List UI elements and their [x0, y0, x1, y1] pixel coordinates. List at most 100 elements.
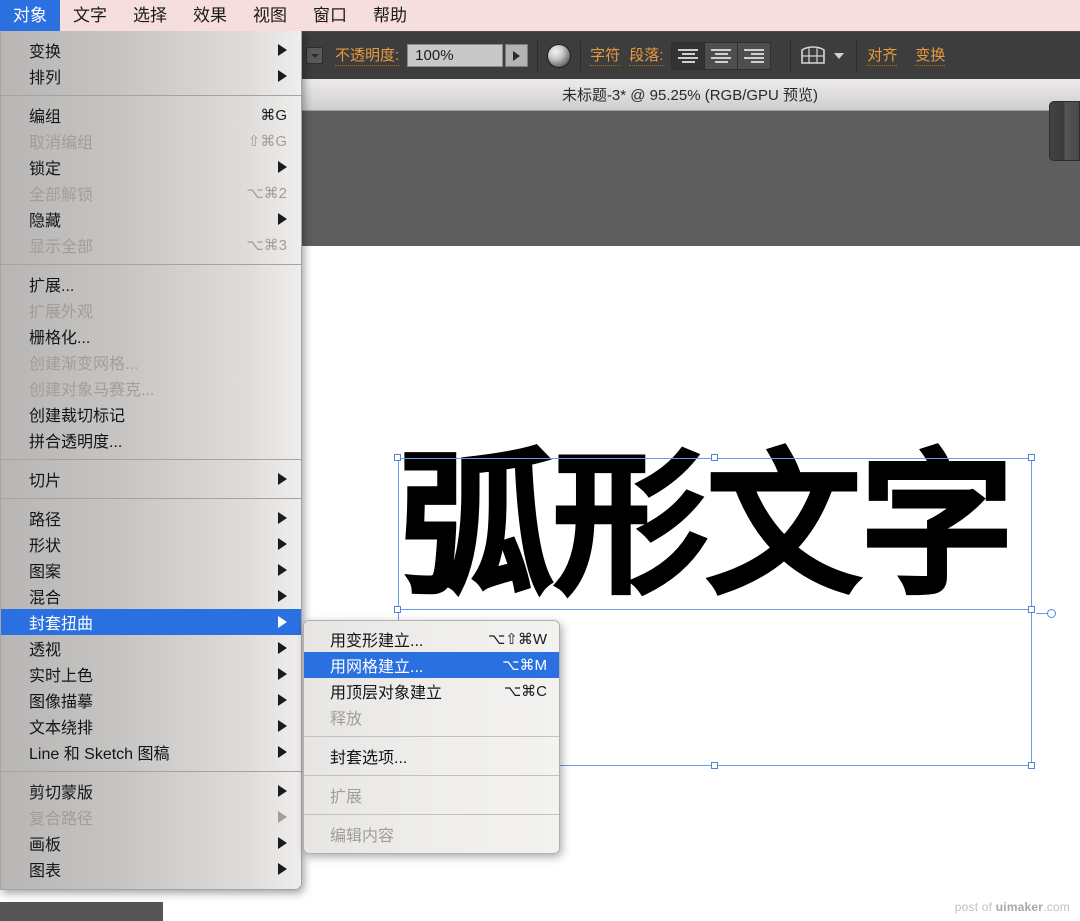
object-menu-item[interactable]: 混合 [1, 583, 301, 609]
opacity-label: 不透明度: [335, 46, 399, 66]
envelope-submenu-item[interactable]: 封套选项... [304, 743, 559, 769]
object-menu-item[interactable]: 图像描摹 [1, 687, 301, 713]
submenu-arrow-icon [278, 473, 287, 485]
menubar-item-4[interactable]: 视图 [240, 0, 300, 31]
object-menu-item[interactable]: 变换 [1, 37, 301, 63]
envelope-submenu-item[interactable]: 用网格建立...⌥⌘M [304, 652, 559, 678]
submenu-arrow-icon [278, 590, 287, 602]
rotate-handle[interactable] [1047, 609, 1056, 618]
object-menu-item-label: 扩展... [29, 272, 287, 296]
object-menu-item-label: 复合路径 [29, 805, 264, 829]
selection-handle-tc[interactable] [711, 454, 718, 461]
envelope-submenu-item: 编辑内容 [304, 821, 559, 847]
object-menu-item[interactable]: Line 和 Sketch 图稿 [1, 739, 301, 765]
submenu-arrow-icon [278, 668, 287, 680]
envelope-submenu-item: 扩展 [304, 782, 559, 808]
object-menu-item[interactable]: 图表 [1, 856, 301, 882]
object-menu-item[interactable]: 路径 [1, 505, 301, 531]
object-menu-item[interactable]: 画板 [1, 830, 301, 856]
object-menu-item[interactable]: 拼合透明度... [1, 427, 301, 453]
menubar-item-1[interactable]: 文字 [60, 0, 120, 31]
submenu-arrow-icon [278, 785, 287, 797]
envelope-submenu-item-label: 用顶层对象建立 [330, 679, 482, 703]
object-menu-item: 全部解锁⌥⌘2 [1, 180, 301, 206]
envelope-submenu-divider [304, 814, 559, 815]
selection-handle-br[interactable] [1028, 762, 1035, 769]
submenu-arrow-icon [278, 44, 287, 56]
align-left-icon[interactable] [671, 42, 705, 70]
transform-panel-label[interactable]: 变换 [915, 46, 945, 66]
collapsed-panel-tab[interactable] [1049, 101, 1080, 161]
object-menu-item[interactable]: 栅格化... [1, 323, 301, 349]
envelope-warp-icon[interactable] [799, 45, 827, 67]
envelope-submenu-item[interactable]: 用变形建立...⌥⇧⌘W [304, 626, 559, 652]
object-menu-item-label: 取消编组 [29, 129, 226, 153]
object-menu-item-label: 混合 [29, 584, 264, 608]
object-menu-item[interactable]: 编组⌘G [1, 102, 301, 128]
object-menu-item-shortcut: ⌥⌘2 [246, 184, 287, 202]
canvas-background [300, 111, 1080, 246]
menubar-item-0[interactable]: 对象 [0, 0, 60, 31]
object-menu-item[interactable]: 文本绕排 [1, 713, 301, 739]
selection-handle-tr[interactable] [1028, 454, 1035, 461]
submenu-arrow-icon [278, 837, 287, 849]
envelope-submenu-item-label: 扩展 [330, 783, 547, 807]
document-tab-title: 未标题-3* @ 95.25% (RGB/GPU 预览) [562, 84, 818, 105]
object-menu-item[interactable]: 图案 [1, 557, 301, 583]
object-menu-item[interactable]: 实时上色 [1, 661, 301, 687]
object-menu-divider [1, 771, 301, 772]
watermark: post of uimaker.com [955, 900, 1070, 914]
submenu-arrow-icon [278, 694, 287, 706]
object-menu-item-label: 图表 [29, 857, 264, 881]
envelope-submenu-item[interactable]: 用顶层对象建立⌥⌘C [304, 678, 559, 704]
object-menu-item-label: 形状 [29, 532, 264, 556]
object-menu-item[interactable]: 形状 [1, 531, 301, 557]
stroke-dropdown-chevron-icon[interactable] [306, 47, 323, 64]
paragraph-label[interactable]: 段落: [629, 46, 663, 66]
selection-handle-ml[interactable] [394, 606, 401, 613]
menubar-item-6[interactable]: 帮助 [360, 0, 420, 31]
selection-handle-mr[interactable] [1028, 606, 1035, 613]
object-menu-item[interactable]: 创建裁切标记 [1, 401, 301, 427]
graphic-style-sphere-icon[interactable] [547, 44, 571, 68]
align-right-icon[interactable] [737, 42, 771, 70]
object-menu-item[interactable]: 剪切蒙版 [1, 778, 301, 804]
object-menu-item[interactable]: 透视 [1, 635, 301, 661]
document-tab-bar[interactable]: 未标题-3* @ 95.25% (RGB/GPU 预览) [300, 79, 1080, 111]
object-menu-item-label: 透视 [29, 636, 264, 660]
object-menu-item-label: 显示全部 [29, 233, 224, 257]
object-menu-item[interactable]: 扩展... [1, 271, 301, 297]
menubar-item-2[interactable]: 选择 [120, 0, 180, 31]
object-menu-item-label: 剪切蒙版 [29, 779, 264, 803]
submenu-arrow-icon [278, 863, 287, 875]
object-menu-item[interactable]: 封套扭曲 [1, 609, 301, 635]
menubar-item-5[interactable]: 窗口 [300, 0, 360, 31]
artwork-object[interactable]: 弧形文字 [398, 452, 1032, 612]
align-center-icon[interactable] [704, 42, 738, 70]
object-menu-item[interactable]: 隐藏 [1, 206, 301, 232]
object-menu-item[interactable]: 排列 [1, 63, 301, 89]
submenu-arrow-icon [278, 616, 287, 628]
object-menu-item-label: 锁定 [29, 155, 264, 179]
submenu-arrow-icon [278, 642, 287, 654]
object-menu-item-label: 创建对象马赛克... [29, 376, 287, 400]
object-menu-item[interactable]: 切片 [1, 466, 301, 492]
object-menu-item-label: 图像描摹 [29, 688, 264, 712]
align-panel-label[interactable]: 对齐 [867, 46, 897, 66]
warp-dropdown-chevron-icon[interactable] [834, 53, 844, 59]
submenu-arrow-icon [278, 720, 287, 732]
object-menu-item-label: 创建渐变网格... [29, 350, 287, 374]
object-menu-item-label: 创建裁切标记 [29, 402, 287, 426]
watermark-suffix: .com [1043, 900, 1070, 914]
opacity-input[interactable]: 100% [407, 44, 503, 67]
selection-handle-tl[interactable] [394, 454, 401, 461]
menubar-item-3[interactable]: 效果 [180, 0, 240, 31]
submenu-arrow-icon [278, 746, 287, 758]
object-menu-divider [1, 459, 301, 460]
selection-handle-bc[interactable] [711, 762, 718, 769]
object-menu-item[interactable]: 锁定 [1, 154, 301, 180]
opacity-stepper-arrow-icon[interactable] [505, 44, 528, 67]
object-menu-item: 复合路径 [1, 804, 301, 830]
character-label[interactable]: 字符 [590, 46, 620, 66]
submenu-arrow-icon [278, 538, 287, 550]
